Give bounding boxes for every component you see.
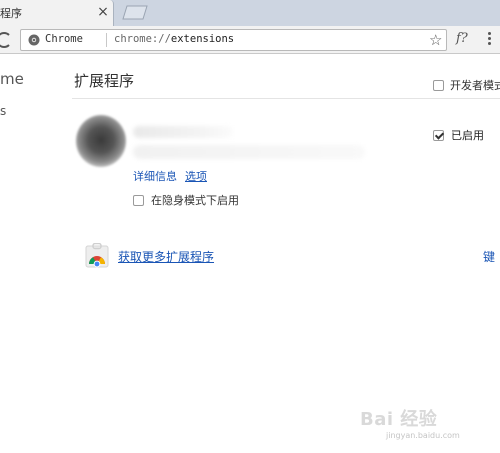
enabled-checkbox[interactable] [433,129,444,141]
tab-strip: 程序 × [0,0,500,26]
menu-icon[interactable] [488,32,492,48]
page-title: 扩展程序 [74,72,135,90]
extension-icon [76,115,126,167]
address-bar[interactable]: Chrome chrome://extensions ☆ [20,29,447,51]
sidebar-item[interactable]: s [0,104,6,118]
omnibox-divider [106,33,107,47]
enabled-label: 已启用 [451,129,484,142]
tab-extensions[interactable]: 程序 × [0,0,114,26]
toolbar: Chrome chrome://extensions ☆ f? [0,26,500,54]
baidu-watermark: Bai 经验 [360,409,438,430]
url-scheme: chrome:// [114,33,171,45]
incognito-toggle[interactable]: 在隐身模式下启用 [133,192,239,208]
developer-mode-label: 开发者模式 [450,79,500,92]
incognito-label: 在隐身模式下启用 [151,194,239,207]
get-more-extensions-link[interactable]: 获取更多扩展程序 [118,248,214,265]
enabled-toggle[interactable]: 已启用 [433,127,484,143]
url-text[interactable]: chrome://extensions [114,33,234,45]
details-link[interactable]: 详细信息 [133,168,177,184]
site-chip: Chrome [45,33,83,45]
keyboard-shortcuts-link[interactable]: 键 [483,248,495,265]
web-store-icon [85,243,109,268]
title-divider [72,98,500,99]
reload-icon[interactable] [0,31,12,49]
developer-mode-toggle[interactable]: 开发者模式 [433,77,500,93]
bookmark-star-icon[interactable]: ☆ [429,31,442,49]
extension-name-blurred [133,126,233,138]
incognito-checkbox[interactable] [133,194,144,206]
new-tab-button[interactable] [120,5,150,20]
extension-button[interactable]: f? [456,31,468,46]
chrome-icon [28,34,40,46]
extension-description-blurred [133,145,365,159]
sidebar-title: me [0,70,24,88]
watermark-url: jingyan.baidu.com [386,431,460,440]
tab-title: 程序 [0,7,22,20]
close-icon[interactable]: × [96,4,110,20]
options-link[interactable]: 选项 [185,168,207,184]
url-path: extensions [170,33,235,45]
developer-mode-checkbox[interactable] [433,79,444,91]
